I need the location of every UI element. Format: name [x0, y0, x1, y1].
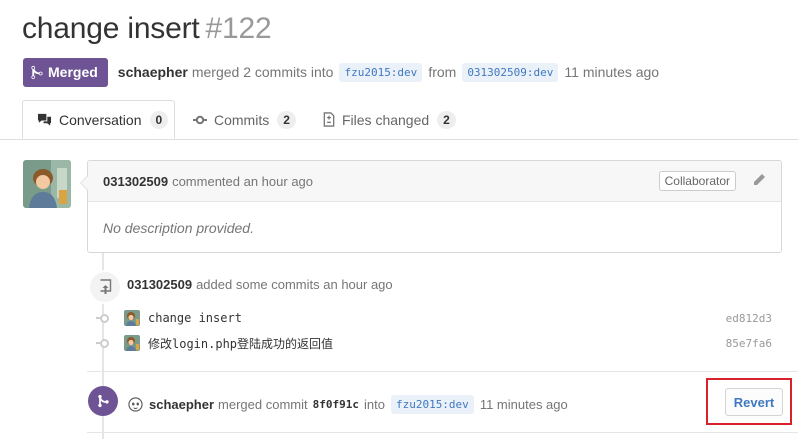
merged-badge: Merged: [23, 57, 108, 87]
merge-event-author[interactable]: schaepher: [149, 397, 214, 412]
merge-time: 11 minutes ago: [564, 64, 660, 80]
tab-files-changed[interactable]: Files changed 2: [323, 100, 456, 139]
commits-event-author[interactable]: 031302509: [127, 277, 192, 292]
avatar[interactable]: [23, 160, 71, 208]
merge-event-text: schaepher merged commit 8f0f91c into fzu…: [128, 395, 568, 414]
commit-avatar[interactable]: [124, 335, 140, 351]
commit-sha[interactable]: 85e7fa6: [726, 337, 772, 350]
merge-commit-sha[interactable]: 8f0f91c: [313, 398, 359, 411]
merged-label: Merged: [48, 64, 98, 80]
comment-author[interactable]: 031302509: [103, 174, 168, 189]
comment-discussion-icon: [37, 113, 52, 127]
tab-commits[interactable]: Commits 2: [193, 100, 296, 139]
comment-body: No description provided.: [103, 220, 254, 236]
tab-files-count: 2: [437, 110, 456, 129]
git-merge-icon: [31, 65, 43, 79]
merge-text: merged 2 commits into: [191, 64, 334, 80]
pencil-icon[interactable]: [752, 173, 766, 190]
tab-conversation-count: 0: [149, 110, 169, 129]
pr-tabs: Conversation 0 Commits 2 Files changed 2: [0, 100, 798, 140]
git-merge-event-icon: [88, 386, 118, 416]
merge-event-time: 11 minutes ago: [479, 397, 568, 412]
base-branch[interactable]: fzu2015:dev: [339, 62, 423, 82]
tab-commits-label: Commits: [214, 111, 270, 128]
commits-event-action: added some commits an hour ago: [196, 277, 393, 292]
commit-message[interactable]: 修改login.php登陆成功的返回值: [148, 335, 333, 352]
commit-row: 修改login.php登陆成功的返回值 85e7fa6: [96, 333, 776, 353]
pr-number: #122: [205, 12, 272, 45]
merger-link[interactable]: schaepher: [118, 64, 188, 80]
tab-files-label: Files changed: [342, 111, 430, 128]
tab-commits-count: 2: [277, 110, 296, 129]
commit-avatar[interactable]: [124, 310, 140, 326]
merge-target-branch[interactable]: fzu2015:dev: [390, 395, 474, 414]
comment-header: 031302509 commented an hour ago Collabor…: [88, 161, 781, 202]
commits-event-text: 031302509 added some commits an hour ago: [127, 277, 393, 292]
octocat-avatar-icon[interactable]: [128, 397, 143, 412]
tab-conversation-label: Conversation: [59, 111, 142, 128]
merge-into-text: into: [363, 397, 385, 412]
pr-title-text: change insert: [22, 12, 200, 45]
collaborator-badge: Collaborator: [658, 171, 736, 191]
tab-conversation[interactable]: Conversation 0: [22, 100, 175, 139]
merge-event-action: merged commit: [218, 397, 308, 412]
comment-box: 031302509 commented an hour ago Collabor…: [80, 160, 782, 253]
commit-dot-icon: [100, 338, 109, 348]
comment-action: commented an hour ago: [172, 173, 314, 189]
pr-meta: Merged schaepher merged 2 commits into f…: [23, 57, 659, 87]
timeline-divider: [87, 432, 798, 433]
revert-button[interactable]: Revert: [725, 388, 783, 416]
pr-title: change insert #122: [22, 12, 272, 46]
repo-push-icon: [88, 270, 122, 304]
commit-sha[interactable]: ed812d3: [726, 312, 772, 325]
commit-row: change insert ed812d3: [96, 308, 776, 328]
git-commit-icon: [193, 115, 207, 125]
commit-dot-icon: [100, 313, 109, 323]
from-text: from: [428, 64, 457, 80]
head-branch[interactable]: 031302509:dev: [462, 62, 559, 82]
timeline-divider: [87, 371, 798, 372]
commit-message[interactable]: change insert: [148, 311, 242, 325]
file-diff-icon: [323, 112, 335, 127]
